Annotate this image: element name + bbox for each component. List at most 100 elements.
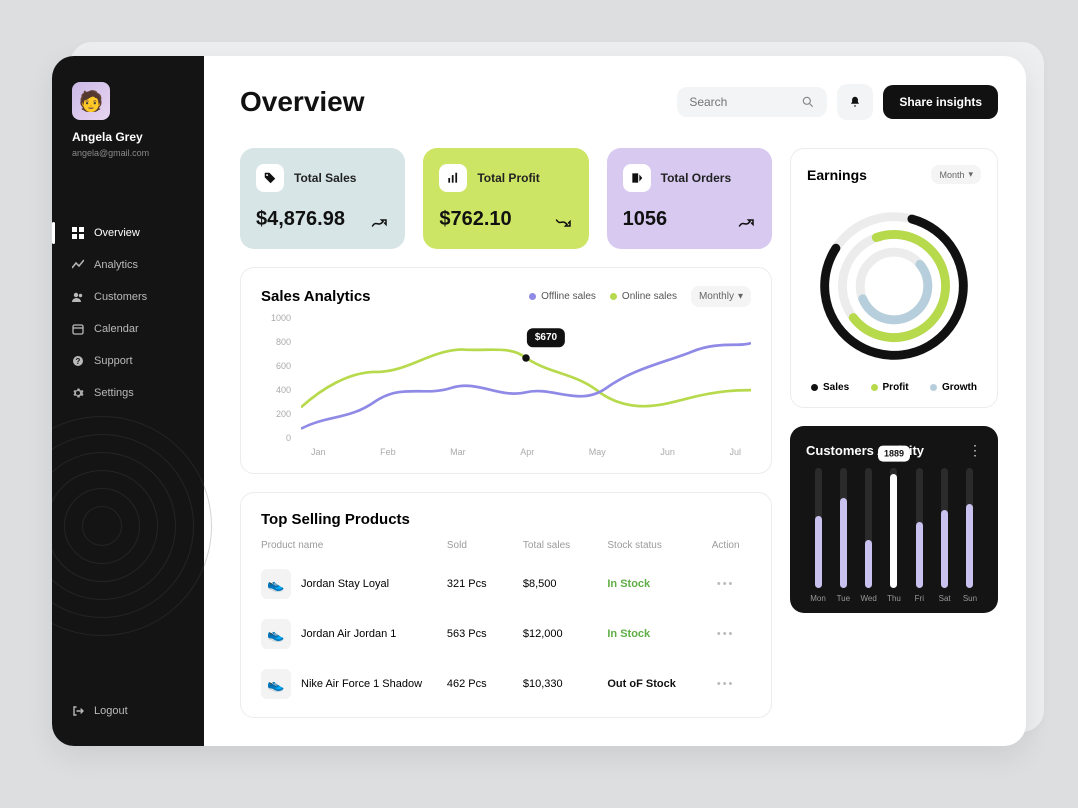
app-shell: 🧑 Angela Grey angela@gmail.com Overview … — [52, 56, 1026, 746]
legend-dot-online — [610, 293, 617, 300]
user-email: angela@gmail.com — [72, 148, 204, 158]
product-thumb: 👟 — [261, 669, 291, 699]
col-header: Stock status — [607, 540, 700, 551]
sidebar-item-analytics[interactable]: Analytics — [52, 250, 204, 280]
stat-label: Total Orders — [661, 171, 731, 185]
y-tick: 0 — [261, 433, 291, 443]
legend-dot-offline — [529, 293, 536, 300]
gear-icon — [72, 387, 84, 399]
bar-tue[interactable]: Tue — [833, 468, 853, 603]
sidebar-item-label: Settings — [94, 387, 134, 399]
analytics-title: Sales Analytics — [261, 288, 371, 305]
x-tick: May — [589, 447, 606, 463]
search-input[interactable] — [689, 95, 801, 109]
product-sold: 462 Pcs — [447, 678, 523, 690]
sidebar-item-settings[interactable]: Settings — [52, 378, 204, 408]
product-name: Jordan Air Jordan 1 — [301, 628, 396, 640]
x-tick: Jun — [660, 447, 675, 463]
top-products-card: Top Selling Products Product name Sold T… — [240, 492, 772, 718]
activity-bar-chart: Mon Tue Wed 1889 Thu Fri Sat Sun — [806, 473, 982, 603]
earnings-period-select[interactable]: Month ▾ — [931, 165, 981, 184]
x-tick: Feb — [380, 447, 396, 463]
y-tick: 1000 — [261, 313, 291, 323]
col-header: Action — [700, 540, 751, 551]
sidebar-item-label: Analytics — [94, 259, 138, 271]
sidebar-item-label: Calendar — [94, 323, 139, 335]
analytics-period-select[interactable]: Monthly ▾ — [691, 286, 751, 307]
orders-icon — [623, 164, 651, 192]
activity-more-button[interactable]: ⋮ — [968, 442, 982, 459]
avatar[interactable]: 🧑 — [72, 82, 110, 120]
decorative-rings — [52, 416, 212, 636]
x-tick: Apr — [520, 447, 534, 463]
sidebar-item-calendar[interactable]: Calendar — [52, 314, 204, 344]
product-sold: 563 Pcs — [447, 628, 523, 640]
bar-sun[interactable]: Sun — [960, 468, 980, 603]
table-row[interactable]: 👟 Nike Air Force 1 Shadow 462 Pcs $10,33… — [261, 659, 751, 709]
row-action-button[interactable]: ••• — [700, 628, 751, 640]
sidebar-item-label: Support — [94, 355, 133, 367]
stat-cards: Total Sales $4,876.98 Total Profit — [240, 148, 772, 249]
chevron-down-icon: ▾ — [738, 291, 743, 302]
sidebar-item-overview[interactable]: Overview — [52, 218, 204, 248]
sidebar-item-support[interactable]: ? Support — [52, 346, 204, 376]
sidebar-item-label: Overview — [94, 227, 140, 239]
table-row[interactable]: 👟 Jordan Stay Loyal 321 Pcs $8,500 In St… — [261, 559, 751, 609]
search-box[interactable] — [677, 87, 827, 117]
bell-icon — [848, 95, 862, 109]
logout-button[interactable]: Logout — [52, 696, 204, 726]
tag-icon — [256, 164, 284, 192]
earnings-donut-chart — [807, 184, 981, 382]
y-tick: 400 — [261, 385, 291, 395]
stock-status: Out oF Stock — [607, 678, 700, 690]
legend-label: Profit — [883, 382, 909, 393]
stat-value: 1056 — [623, 208, 756, 231]
col-header: Total sales — [523, 540, 607, 551]
col-header: Sold — [447, 540, 523, 551]
page-title: Overview — [240, 86, 365, 118]
stat-card-total-orders[interactable]: Total Orders 1056 — [607, 148, 772, 249]
chevron-down-icon: ▾ — [968, 169, 973, 180]
notifications-button[interactable] — [837, 84, 873, 120]
user-name: Angela Grey — [72, 130, 204, 144]
trend-up-icon — [738, 217, 756, 229]
table-row[interactable]: 👟 Jordan Air Jordan 1 563 Pcs $12,000 In… — [261, 609, 751, 659]
stat-card-total-profit[interactable]: Total Profit $762.10 — [423, 148, 588, 249]
sidebar-item-customers[interactable]: Customers — [52, 282, 204, 312]
logout-icon — [72, 705, 84, 717]
svg-text:?: ? — [76, 357, 81, 366]
period-label: Monthly — [699, 291, 734, 302]
product-name: Nike Air Force 1 Shadow — [301, 678, 422, 690]
row-action-button[interactable]: ••• — [700, 678, 751, 690]
bar-mon[interactable]: Mon — [808, 468, 828, 603]
legend-dot-growth — [930, 384, 937, 391]
bar-sat[interactable]: Sat — [935, 468, 955, 603]
col-header: Product name — [261, 540, 447, 551]
bar-fri[interactable]: Fri — [909, 468, 929, 603]
bar-tooltip: 1889 — [878, 446, 910, 462]
calendar-icon — [72, 323, 84, 335]
analytics-icon — [72, 259, 84, 271]
chart-tooltip: $670 — [527, 328, 565, 347]
main: Overview Share insights — [204, 56, 1026, 746]
sidebar: 🧑 Angela Grey angela@gmail.com Overview … — [52, 56, 204, 746]
share-insights-button[interactable]: Share insights — [883, 85, 998, 119]
stat-card-total-sales[interactable]: Total Sales $4,876.98 — [240, 148, 405, 249]
product-name: Jordan Stay Loyal — [301, 578, 389, 590]
nav: Overview Analytics Customers Calendar — [52, 218, 204, 408]
bar-thu[interactable]: 1889 Thu — [884, 468, 904, 603]
y-tick: 600 — [261, 361, 291, 371]
row-action-button[interactable]: ••• — [700, 578, 751, 590]
topbar: Overview Share insights — [240, 84, 998, 120]
bar-chart-icon — [439, 164, 467, 192]
product-total: $8,500 — [523, 578, 607, 590]
stock-status: In Stock — [607, 578, 700, 590]
trend-up-icon — [371, 217, 389, 229]
sales-analytics-card: Sales Analytics Offline sales Online sal… — [240, 267, 772, 474]
legend-label: Online sales — [622, 291, 677, 302]
legend-label: Growth — [942, 382, 977, 393]
bar-wed[interactable]: Wed — [859, 468, 879, 603]
earnings-legend: Sales Profit Growth — [807, 382, 981, 393]
search-icon — [801, 95, 815, 109]
stat-value: $4,876.98 — [256, 208, 389, 231]
